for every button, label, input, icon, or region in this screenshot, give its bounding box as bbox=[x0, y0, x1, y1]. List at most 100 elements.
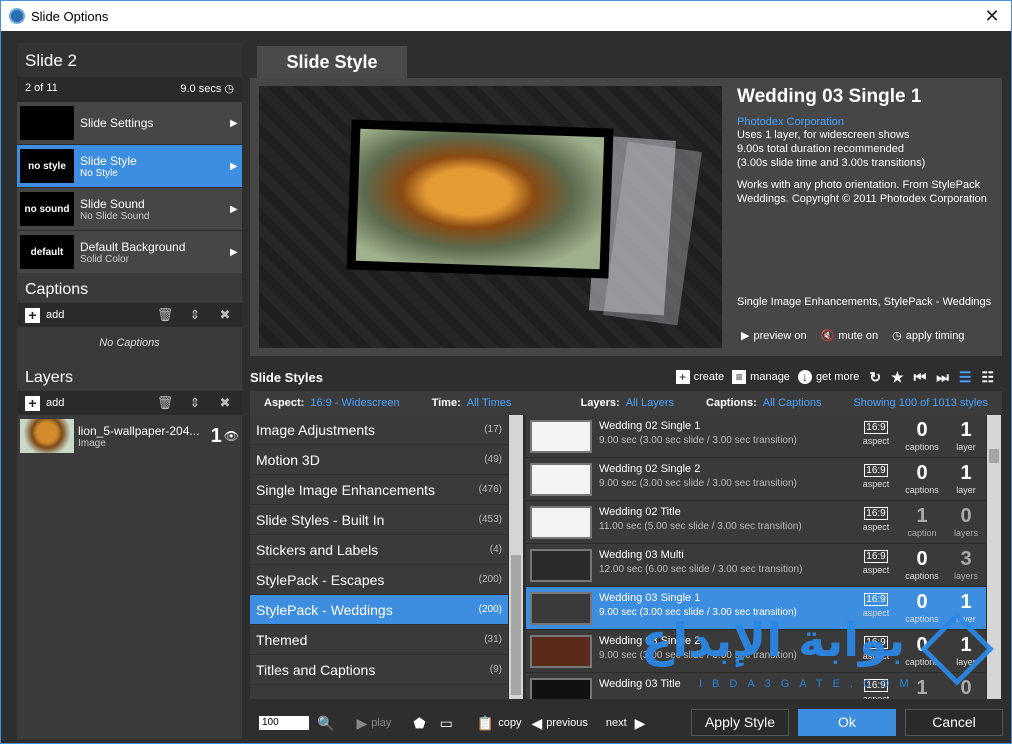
category-item[interactable]: Themed (31) bbox=[250, 625, 508, 655]
category-name: Motion 3D bbox=[256, 451, 320, 468]
create-button[interactable]: + create bbox=[675, 370, 724, 384]
layer-type: Image bbox=[78, 437, 106, 449]
tools-icon[interactable]: ✖ bbox=[216, 307, 234, 323]
style-row[interactable]: Wedding 03 Single 2 9.00 sec (3.00 sec s… bbox=[526, 630, 986, 673]
option-slide-style[interactable]: no style Slide Style No Style ▶ bbox=[17, 144, 242, 187]
previous-button[interactable]: previous bbox=[546, 717, 588, 729]
reorder-icon[interactable]: ⇕ bbox=[186, 395, 204, 411]
category-item[interactable]: Stickers and Labels (4) bbox=[250, 535, 508, 565]
tools-icon[interactable]: ✖ bbox=[216, 395, 234, 411]
style-company[interactable]: Photodex Corporation bbox=[737, 116, 997, 128]
layers-label: layer bbox=[956, 657, 976, 667]
copy-icon[interactable]: 📋 bbox=[477, 715, 494, 732]
scrollbar-thumb[interactable] bbox=[511, 555, 521, 695]
layer-number: 1 bbox=[210, 424, 222, 447]
style-row-desc: 9.00 sec (3.00 sec slide / 3.00 sec tran… bbox=[599, 435, 797, 446]
style-row[interactable]: Wedding 02 Title 11.00 sec (5.00 sec sli… bbox=[526, 501, 986, 544]
style-thumbnail bbox=[530, 420, 592, 453]
category-count: (453) bbox=[478, 514, 502, 525]
style-row[interactable]: Wedding 03 Multi 12.00 sec (6.00 sec sli… bbox=[526, 544, 986, 587]
add-layer-button[interactable]: add bbox=[46, 397, 144, 409]
get-more-button[interactable]: ↓ get more bbox=[797, 370, 859, 384]
style-row[interactable]: Wedding 02 Single 1 9.00 sec (3.00 sec s… bbox=[526, 415, 986, 458]
option-slide-settings[interactable]: Slide Settings ▶ bbox=[17, 101, 242, 144]
arrow-right-icon[interactable]: ▶ bbox=[635, 715, 646, 732]
style-row[interactable]: Wedding 02 Single 2 9.00 sec (3.00 sec s… bbox=[526, 458, 986, 501]
eye-icon[interactable]: 👁 bbox=[224, 429, 239, 443]
style-row-desc: 9.00 sec (3.00 sec slide / 3.00 sec tran… bbox=[599, 650, 797, 661]
scrollbar-thumb[interactable] bbox=[989, 449, 999, 463]
trash-icon[interactable]: 🗑 bbox=[156, 307, 174, 323]
style-row[interactable]: Wedding 03 Title 16:9aspect 1caption 0la… bbox=[526, 673, 986, 699]
categories-scrollbar[interactable] bbox=[509, 415, 523, 699]
ok-button[interactable]: Ok bbox=[798, 709, 896, 736]
layer-item[interactable]: lion_5-wallpaper-204... Image 1 👁 bbox=[17, 415, 242, 457]
search-icon[interactable]: 🔍 bbox=[317, 715, 334, 732]
fullscreen-icon[interactable]: ▭ bbox=[440, 715, 453, 732]
play-button[interactable]: play bbox=[371, 717, 391, 729]
trash-icon[interactable]: 🗑 bbox=[156, 395, 174, 411]
style-row-desc: 12.00 sec (6.00 sec slide / 3.00 sec tra… bbox=[599, 564, 803, 575]
aspect-filter[interactable]: 16:9 - Widescreen bbox=[310, 397, 399, 409]
aspect-value: 16:9 bbox=[864, 636, 888, 649]
option-default-background[interactable]: default Default Background Solid Color ▶ bbox=[17, 230, 242, 273]
style-row-name: Wedding 03 Single 2 bbox=[599, 635, 701, 647]
layers-count: 1 bbox=[960, 462, 972, 484]
captions-count: 0 bbox=[916, 462, 928, 484]
tab-slide-style[interactable]: Slide Style bbox=[257, 46, 407, 79]
detail-view-icon[interactable]: ☷ bbox=[981, 369, 994, 386]
add-icon[interactable]: + bbox=[25, 395, 40, 411]
category-item[interactable]: Titles and Captions (9) bbox=[250, 655, 508, 685]
captions-filter[interactable]: All Captions bbox=[763, 397, 822, 409]
category-item[interactable]: StylePack - Weddings (200) bbox=[250, 595, 508, 625]
captions-count: 1 bbox=[916, 677, 928, 699]
captions-label: captions bbox=[905, 571, 939, 581]
manage-icon: ≡ bbox=[732, 370, 747, 384]
layers-label: layer bbox=[956, 614, 976, 624]
marker-icon[interactable]: ⬟ bbox=[413, 715, 425, 732]
category-item[interactable]: Image Adjustments (17) bbox=[250, 415, 508, 445]
list-view-icon[interactable]: ☰ bbox=[959, 369, 972, 386]
manage-button[interactable]: ≡ manage bbox=[732, 370, 790, 384]
add-caption-button[interactable]: add bbox=[46, 309, 144, 321]
category-count: (49) bbox=[484, 454, 502, 465]
last-icon[interactable]: ⏭ bbox=[936, 369, 949, 386]
apply-timing-button[interactable]: ◷ apply timing bbox=[892, 329, 964, 342]
play-icon[interactable]: ▶ bbox=[356, 715, 367, 732]
slide-styles-title: Slide Styles bbox=[250, 369, 323, 385]
category-item[interactable]: Motion 3D (49) bbox=[250, 445, 508, 475]
star-icon[interactable]: ★ bbox=[891, 369, 904, 386]
copy-button[interactable]: copy bbox=[498, 717, 521, 729]
style-info-line: (3.00s slide time and 3.00s transitions) bbox=[737, 157, 926, 169]
apply-style-button[interactable]: Apply Style bbox=[691, 709, 789, 736]
zoom-input[interactable]: 100 bbox=[259, 716, 309, 730]
arrow-left-icon[interactable]: ◀ bbox=[532, 715, 543, 732]
mute-on-button[interactable]: 🔇 mute on bbox=[821, 329, 878, 342]
close-icon[interactable]: ✕ bbox=[981, 5, 1003, 27]
preview-on-button[interactable]: ▶ preview on bbox=[741, 329, 807, 342]
refresh-icon[interactable]: ↻ bbox=[869, 369, 881, 386]
add-icon[interactable]: + bbox=[25, 307, 40, 323]
next-button[interactable]: next bbox=[606, 717, 627, 729]
layers-filter[interactable]: All Layers bbox=[626, 397, 674, 409]
aspect-label: aspect bbox=[862, 479, 890, 489]
style-info-line: 9.00s total duration recommended bbox=[737, 143, 904, 155]
layer-name: lion_5-wallpaper-204... bbox=[78, 423, 200, 438]
captions-toolbar: + add 🗑 ⇕ ✖ bbox=[17, 303, 242, 327]
option-slide-sound[interactable]: no sound Slide Sound No Slide Sound ▶ bbox=[17, 187, 242, 230]
aspect-value: 16:9 bbox=[864, 464, 888, 477]
style-tags: Single Image Enhancements, StylePack - W… bbox=[737, 296, 992, 308]
category-item[interactable]: Slide Styles - Built In (453) bbox=[250, 505, 508, 535]
layers-filter-label: Layers: bbox=[580, 397, 620, 409]
style-thumbnail bbox=[530, 592, 592, 625]
first-icon[interactable]: ⏮ bbox=[914, 369, 927, 386]
style-row[interactable]: Wedding 03 Single 1 9.00 sec (3.00 sec s… bbox=[526, 587, 986, 630]
category-item[interactable]: StylePack - Escapes (200) bbox=[250, 565, 508, 595]
reorder-icon[interactable]: ⇕ bbox=[186, 307, 204, 323]
time-filter[interactable]: All Times bbox=[467, 397, 512, 409]
style-thumbnail bbox=[530, 678, 592, 699]
cancel-button[interactable]: Cancel bbox=[905, 709, 1003, 736]
aspect-filter-label: Aspect: bbox=[264, 397, 305, 409]
styles-scrollbar[interactable] bbox=[987, 415, 1001, 699]
category-item[interactable]: Single Image Enhancements (476) bbox=[250, 475, 508, 505]
